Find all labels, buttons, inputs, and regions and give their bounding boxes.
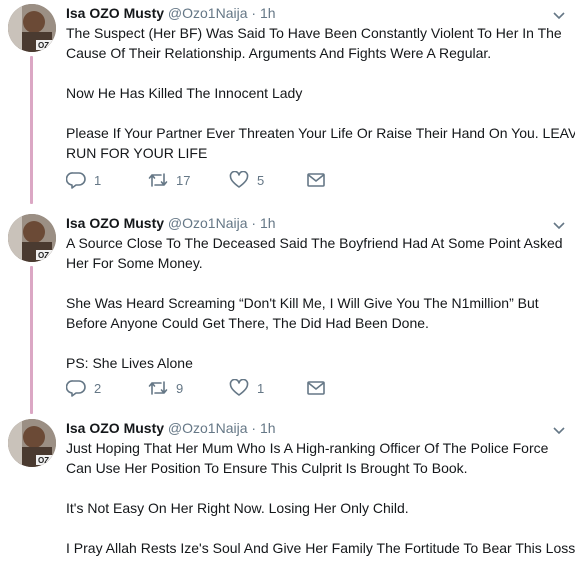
author-handle[interactable]: @Ozo1Naija bbox=[168, 215, 248, 231]
author-handle[interactable]: @Ozo1Naija bbox=[168, 5, 248, 21]
separator-dot: · bbox=[251, 420, 257, 436]
retweet-icon bbox=[148, 381, 168, 395]
svg-text:OZ: OZ bbox=[38, 41, 49, 50]
tweet[interactable]: OZ Isa OZO Musty @Ozo1Naija · 1h The Sus… bbox=[0, 4, 575, 204]
tweet-line: Just Hoping That Her Mum Who Is A High-r… bbox=[66, 440, 549, 456]
tweet-header: Isa OZO Musty @Ozo1Naija · 1h bbox=[66, 4, 276, 22]
reply-count: 2 bbox=[94, 380, 102, 396]
svg-text:OZ: OZ bbox=[38, 456, 49, 465]
like-icon bbox=[229, 379, 249, 396]
thread-line bbox=[30, 56, 33, 204]
like-count: 5 bbox=[257, 172, 265, 188]
author-name[interactable]: Isa OZO Musty bbox=[66, 420, 164, 436]
chevron-down-icon[interactable] bbox=[551, 7, 567, 23]
author-name[interactable]: Isa OZO Musty bbox=[66, 215, 164, 231]
message-button[interactable] bbox=[306, 378, 326, 398]
timestamp[interactable]: 1h bbox=[260, 215, 276, 231]
retweet-button[interactable]: 9 bbox=[148, 378, 183, 398]
reply-button[interactable]: 2 bbox=[66, 378, 101, 398]
reply-icon bbox=[66, 380, 86, 397]
reply-button[interactable]: 1 bbox=[66, 170, 101, 190]
message-icon bbox=[307, 173, 325, 187]
tweet-text: The Suspect (Her BF) Was Said To Have Be… bbox=[66, 23, 575, 163]
tweet-text: Just Hoping That Her Mum Who Is A High-r… bbox=[66, 438, 575, 558]
like-button[interactable]: 1 bbox=[229, 378, 264, 398]
retweet-count: 9 bbox=[176, 380, 184, 396]
like-button[interactable]: 5 bbox=[229, 170, 264, 190]
tweet-line: Now He Has Killed The Innocent Lady bbox=[66, 85, 303, 101]
retweet-count: 17 bbox=[176, 172, 191, 188]
retweet-button[interactable]: 17 bbox=[148, 170, 190, 190]
svg-text:OZ: OZ bbox=[38, 251, 49, 260]
tweet-line: She Was Heard Screaming “Don't Kill Me, … bbox=[66, 295, 539, 311]
avatar[interactable]: OZ bbox=[8, 4, 56, 52]
avatar[interactable]: OZ bbox=[8, 419, 56, 467]
separator-dot: · bbox=[251, 215, 257, 231]
tweet[interactable]: OZ Isa OZO Musty @Ozo1Naija · 1h A Sourc… bbox=[0, 214, 575, 414]
author-handle[interactable]: @Ozo1Naija bbox=[168, 420, 248, 436]
like-count: 1 bbox=[257, 380, 265, 396]
tweet-line: Her For Some Money. bbox=[66, 255, 203, 271]
tweet-line: Cause Of Their Relationship. Arguments A… bbox=[66, 45, 492, 61]
tweet-header: Isa OZO Musty @Ozo1Naija · 1h bbox=[66, 214, 276, 232]
tweet-line: PS: She Lives Alone bbox=[66, 355, 193, 371]
separator-dot: · bbox=[251, 5, 257, 21]
tweet-text: A Source Close To The Deceased Said The … bbox=[66, 233, 571, 373]
tweet[interactable]: OZ Isa OZO Musty @Ozo1Naija · 1h Just Ho… bbox=[0, 419, 575, 565]
like-icon bbox=[229, 171, 249, 188]
chevron-down-icon[interactable] bbox=[551, 422, 567, 438]
tweet-line: RUN FOR YOUR LIFE bbox=[66, 145, 208, 161]
timestamp[interactable]: 1h bbox=[260, 420, 276, 436]
tweet-line: I Pray Allah Rests Ize's Soul And Give H… bbox=[66, 540, 575, 556]
tweet-line: Before Anyone Could Get There, The Did H… bbox=[66, 315, 429, 331]
tweet-header: Isa OZO Musty @Ozo1Naija · 1h bbox=[66, 419, 276, 437]
thread-line bbox=[30, 266, 33, 414]
tweet-line: A Source Close To The Deceased Said The … bbox=[66, 235, 563, 251]
avatar[interactable]: OZ bbox=[8, 214, 56, 262]
retweet-icon bbox=[148, 173, 168, 187]
message-icon bbox=[307, 381, 325, 395]
timestamp[interactable]: 1h bbox=[260, 5, 276, 21]
tweet-line: The Suspect (Her BF) Was Said To Have Be… bbox=[66, 25, 562, 41]
tweet-line: Can Use Her Position To Ensure This Culp… bbox=[66, 460, 468, 476]
tweet-line: It's Not Easy On Her Right Now. Losing H… bbox=[66, 500, 409, 516]
reply-icon bbox=[66, 172, 86, 189]
author-name[interactable]: Isa OZO Musty bbox=[66, 5, 164, 21]
message-button[interactable] bbox=[306, 170, 326, 190]
chevron-down-icon[interactable] bbox=[551, 217, 567, 233]
tweet-line: Please If Your Partner Ever Threaten You… bbox=[66, 125, 575, 141]
reply-count: 1 bbox=[94, 172, 102, 188]
